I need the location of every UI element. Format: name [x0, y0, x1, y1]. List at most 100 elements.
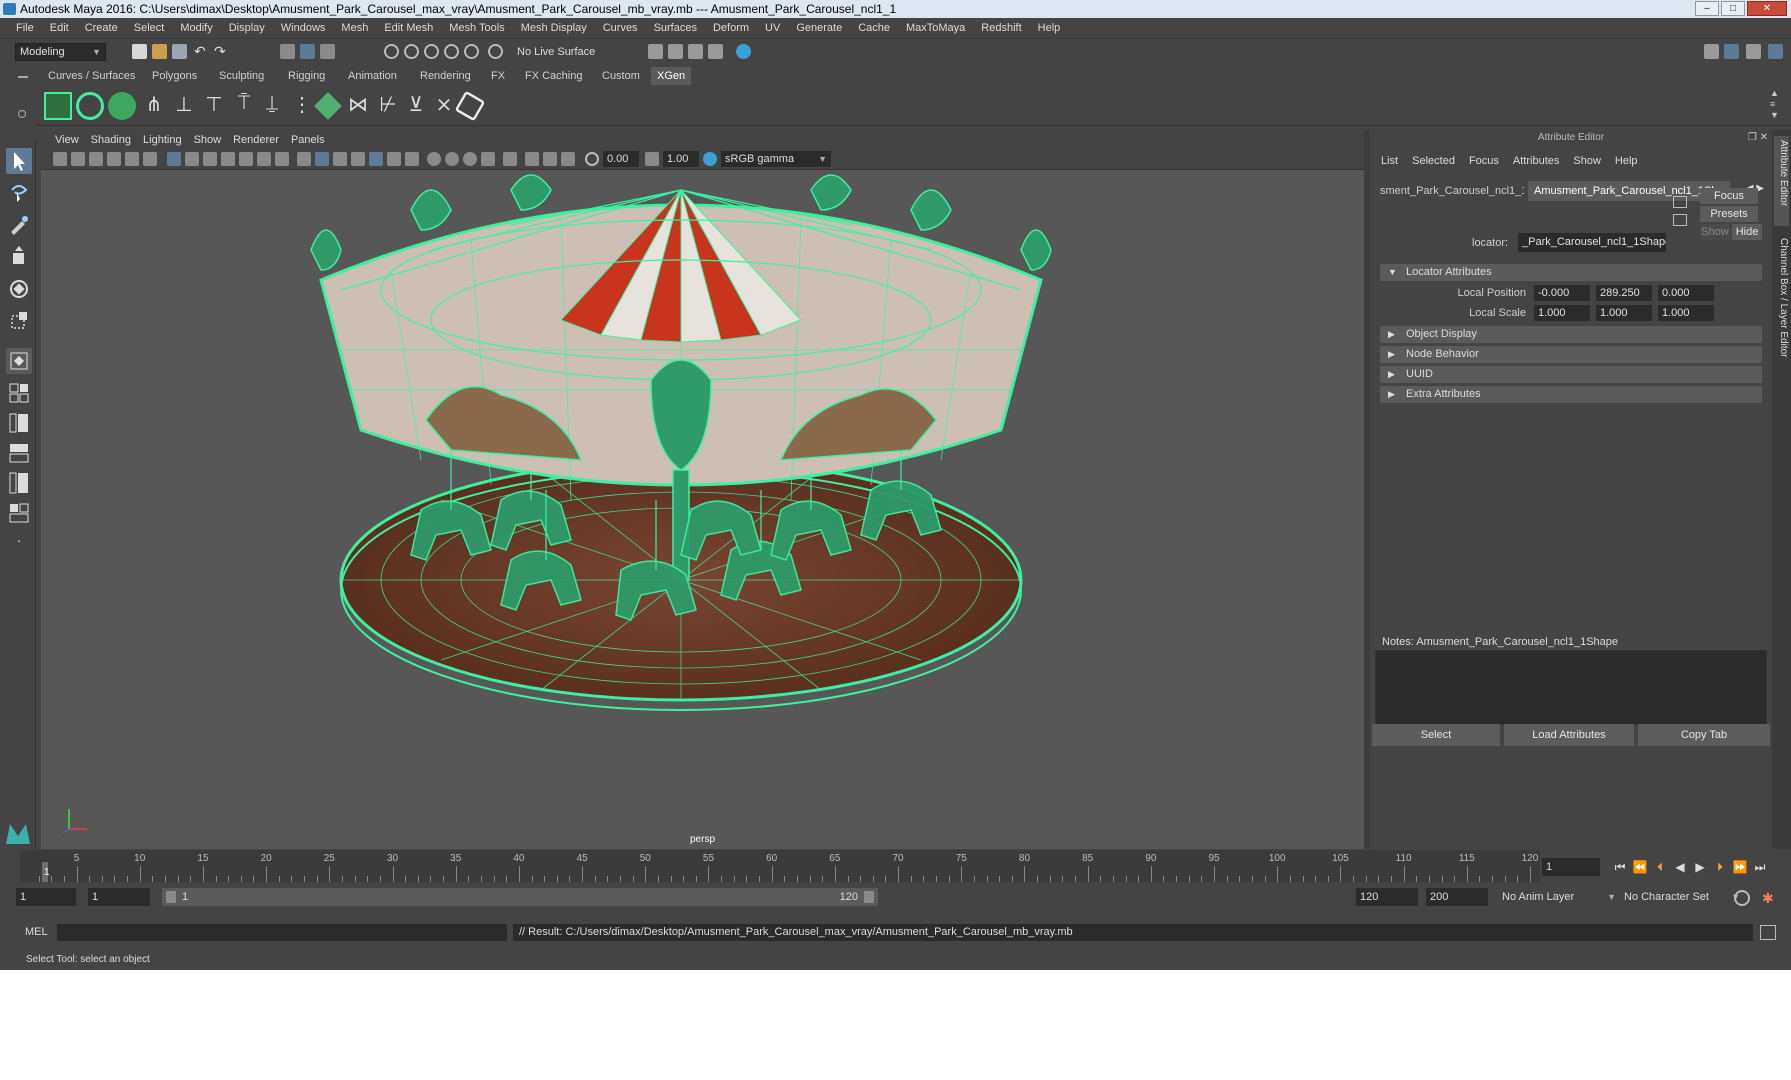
local-position-z[interactable]: 0.000 — [1658, 285, 1714, 301]
motion-blur-icon[interactable] — [445, 152, 459, 166]
menu-surfaces[interactable]: Surfaces — [646, 22, 705, 34]
ae-menu-show[interactable]: Show — [1566, 152, 1608, 170]
menu-uv[interactable]: UV — [757, 22, 788, 34]
menu-mesh-tools[interactable]: Mesh Tools — [441, 22, 512, 34]
shelf-scroll-arrows[interactable]: ▲ ≡ ▼ — [1770, 88, 1779, 121]
float-panel-icon[interactable]: ❐ — [1748, 132, 1757, 143]
vp-menu-renderer[interactable]: Renderer — [227, 134, 285, 146]
open-scene-icon[interactable] — [152, 44, 167, 59]
use-all-lights-icon[interactable] — [387, 152, 401, 166]
rotate-tool-icon[interactable] — [6, 276, 32, 302]
range-slider[interactable]: 1 120 — [162, 888, 878, 906]
shadows-icon[interactable] — [405, 152, 419, 166]
select-button[interactable]: Select — [1372, 724, 1500, 746]
wireframe-on-shaded-icon[interactable] — [351, 152, 365, 166]
local-scale-y[interactable]: 1.000 — [1596, 305, 1652, 321]
xgen-flip-icon[interactable]: ⋈ — [344, 92, 372, 120]
go-to-start-icon[interactable]: ⏮ — [1612, 860, 1628, 874]
go-to-input-icon[interactable] — [1673, 196, 1687, 208]
minimize-button[interactable]: ‒ — [1695, 1, 1719, 16]
tab-xgen[interactable]: XGen — [651, 67, 692, 85]
section-extra-attributes[interactable]: ▶ Extra Attributes — [1380, 386, 1762, 403]
command-language-label[interactable]: MEL — [25, 924, 48, 940]
step-forward-key-icon[interactable]: ⏵ — [1712, 860, 1728, 874]
hypershade-icon[interactable] — [736, 44, 751, 59]
resolution-gate-icon[interactable] — [203, 152, 217, 166]
current-frame-field[interactable]: 1 — [1542, 858, 1600, 876]
xray-active-components-icon[interactable] — [543, 152, 557, 166]
render-view-icon[interactable] — [668, 44, 683, 59]
xgen-library-icon[interactable] — [108, 92, 136, 120]
live-surface-field[interactable]: No Live Surface — [513, 43, 613, 61]
select-component-icon[interactable] — [320, 44, 335, 59]
xgen-guide-bend-icon[interactable]: ⋮ — [288, 92, 316, 120]
xgen-rebuild-icon[interactable]: ⊻ — [402, 92, 430, 120]
vp-menu-shading[interactable]: Shading — [85, 134, 137, 146]
four-view-layout-icon[interactable] — [6, 380, 32, 406]
tab-fx-caching[interactable]: FX Caching — [519, 67, 588, 85]
xgen-editor-icon[interactable] — [44, 92, 72, 120]
select-tool-icon[interactable] — [6, 148, 32, 174]
exposure-field[interactable]: 0.00 — [603, 151, 639, 167]
step-back-frame-icon[interactable]: ⏪ — [1632, 860, 1648, 874]
copy-tab-button[interactable]: Copy Tab — [1638, 724, 1770, 746]
tab-polygons[interactable]: Polygons — [146, 67, 203, 85]
xgen-place-guides-icon[interactable]: ⋔ — [140, 92, 168, 120]
range-start-handle[interactable] — [166, 891, 176, 903]
range-end-handle[interactable] — [864, 891, 874, 903]
menu-display[interactable]: Display — [221, 22, 273, 34]
notes-textarea[interactable] — [1375, 650, 1767, 725]
xgen-hex-icon[interactable] — [454, 90, 486, 122]
close-icon[interactable]: ✕ — [1760, 132, 1768, 143]
xgen-create-description-icon[interactable] — [76, 92, 104, 120]
more-layouts-icon[interactable]: · — [6, 532, 32, 558]
xgen-guide-length-icon[interactable]: ⍑ — [230, 92, 258, 120]
section-object-display[interactable]: ▶ Object Display — [1380, 326, 1762, 343]
camera-select-icon[interactable] — [53, 152, 67, 166]
bookmark-icon[interactable] — [89, 152, 103, 166]
field-chart-icon[interactable] — [239, 152, 253, 166]
locator-name-field[interactable]: _Park_Carousel_ncl1_1Shape — [1518, 233, 1666, 252]
menu-select[interactable]: Select — [126, 22, 173, 34]
go-to-output-icon[interactable] — [1673, 214, 1687, 226]
toggle-attribute-editor-icon[interactable] — [1724, 44, 1739, 59]
play-backwards-icon[interactable]: ◀ — [1672, 860, 1688, 874]
menu-curves[interactable]: Curves — [595, 22, 646, 34]
xgen-add-guide-icon[interactable]: ⊥ — [170, 92, 198, 120]
new-scene-icon[interactable] — [132, 44, 147, 59]
textured-icon[interactable] — [369, 152, 383, 166]
persp-graph-layout-icon[interactable] — [6, 440, 32, 466]
menu-maxtomaya[interactable]: MaxToMaya — [898, 22, 973, 34]
step-back-key-icon[interactable]: ⏴ — [1652, 860, 1668, 874]
xgen-density-icon[interactable] — [314, 92, 342, 120]
screen-space-ao-icon[interactable] — [427, 152, 441, 166]
time-slider-track[interactable]: 5 10 15 20 25 30 35 40 45 50 55 60 65 70 75 80 85 90 95 100… — [20, 850, 1540, 882]
step-forward-frame-icon[interactable]: ⏩ — [1732, 860, 1748, 874]
render-frame-icon[interactable] — [688, 44, 703, 59]
two-d-pan-zoom-icon[interactable] — [125, 152, 139, 166]
xgen-normalize-icon[interactable]: ⊬ — [374, 92, 402, 120]
undo-icon[interactable]: ↶ — [194, 44, 209, 59]
ae-menu-help[interactable]: Help — [1608, 152, 1645, 170]
vp-menu-show[interactable]: Show — [188, 134, 228, 146]
anti-aliasing-icon[interactable] — [463, 152, 477, 166]
snap-view-plane-icon[interactable] — [444, 44, 459, 59]
paint-select-tool-icon[interactable] — [6, 212, 32, 238]
tab-rendering[interactable]: Rendering — [414, 67, 477, 85]
maximize-button[interactable]: □ — [1721, 1, 1745, 16]
command-input[interactable] — [57, 924, 507, 941]
snap-grid-icon[interactable] — [384, 44, 399, 59]
menu-mesh[interactable]: Mesh — [333, 22, 376, 34]
menu-edit[interactable]: Edit — [42, 22, 77, 34]
shelf-menu-handle[interactable] — [14, 70, 30, 130]
script-editor-icon[interactable] — [1760, 925, 1776, 940]
menu-edit-mesh[interactable]: Edit Mesh — [376, 22, 441, 34]
playback-start-field[interactable]: 1 — [88, 888, 150, 906]
vp-menu-lighting[interactable]: Lighting — [137, 134, 188, 146]
go-to-end-icon[interactable]: ⏭ — [1752, 860, 1768, 874]
local-scale-x[interactable]: 1.000 — [1534, 305, 1590, 321]
grid-icon[interactable] — [167, 152, 181, 166]
tab-custom[interactable]: Custom — [596, 67, 646, 85]
render-settings-icon[interactable] — [648, 44, 663, 59]
snap-live-icon[interactable] — [464, 44, 479, 59]
